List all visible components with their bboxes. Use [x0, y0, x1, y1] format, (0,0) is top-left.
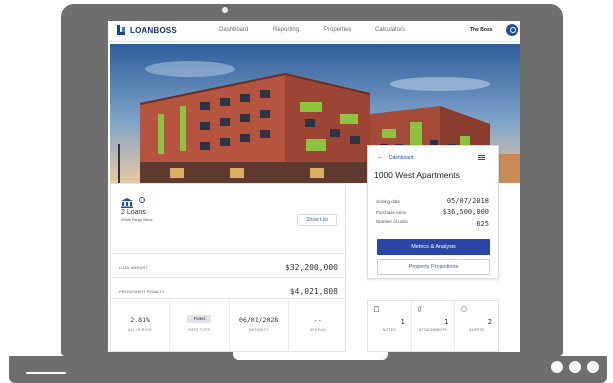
clock-icon	[461, 306, 468, 312]
nav-reporting[interactable]: Reporting	[273, 27, 299, 33]
app-screen: LOANBOSS Dashboard Reporting Properties …	[108, 21, 520, 352]
stat-label: NOTES	[382, 328, 396, 332]
laptop-notch	[233, 352, 388, 360]
row-value: $32,200,000	[285, 263, 338, 272]
stat-alerts[interactable]: 2 ALERTS	[455, 301, 498, 351]
top-nav: LOANBOSS Dashboard Reporting Properties …	[108, 21, 520, 42]
carousel-dot[interactable]	[551, 361, 563, 373]
stat-label: ALERTS	[469, 328, 485, 332]
carousel-dot[interactable]	[569, 361, 581, 373]
metric-value: --	[313, 316, 322, 324]
logo-text: LOANBOSS	[130, 25, 177, 35]
closing-date-label: closing date	[376, 199, 401, 204]
document-icon	[374, 306, 379, 312]
row-label: PREPAYMENT PENALTY	[119, 290, 165, 294]
metric-spread: -- SPREAD	[289, 299, 347, 352]
purchase-price-label: Purchase price	[376, 210, 407, 215]
stat-label: ATTACHMENTS	[419, 328, 447, 332]
bank-icon	[121, 198, 133, 208]
property-projections-button[interactable]: Property Projections	[377, 259, 490, 275]
webcam	[222, 7, 228, 13]
purchase-price-value: $36,500,000	[442, 208, 489, 216]
back-to-dashboard-link[interactable]: Dashboard	[389, 155, 413, 161]
closing-date-value: 05/07/2018	[446, 197, 489, 205]
attachment-icon	[417, 306, 421, 312]
metrics-analysis-button[interactable]: Metrics & Analysis	[377, 239, 490, 255]
stat-value: 1	[444, 318, 449, 326]
metric-label: RATE TYPE	[188, 328, 211, 332]
row-label: LOAN AMOUNT	[119, 266, 148, 270]
stat-value: 2	[487, 318, 493, 326]
property-title: 1000 West Apartments	[374, 170, 460, 180]
rate-type-badge: Fixed	[187, 315, 212, 323]
logo-icon	[117, 25, 127, 35]
property-card: ← Dashboard 1000 West Apartments closing…	[367, 145, 499, 279]
stat-notes[interactable]: 1 NOTES	[368, 301, 412, 351]
row-value: $4,021,808	[289, 287, 338, 296]
laptop-mockup: LOANBOSS Dashboard Reporting Properties …	[0, 0, 613, 383]
user-avatar-icon[interactable]	[506, 24, 518, 36]
metric-rate: 2.81% ALL IN RATE	[111, 299, 171, 352]
bank-name: Wells Fargo Bank	[121, 217, 153, 222]
units-value: 625	[476, 220, 489, 228]
carousel-dot[interactable]	[587, 361, 599, 373]
stat-value: 1	[400, 318, 405, 326]
stat-attachments[interactable]: 1 ATTACHMENTS	[412, 301, 456, 351]
units-label: Number of units	[376, 219, 408, 224]
show-list-button[interactable]: Show List	[297, 214, 337, 226]
nav-calculators[interactable]: Calculators	[375, 27, 405, 33]
loan-summary-card: 2 Loans Wells Fargo Bank Show List LOAN …	[110, 183, 347, 352]
user-name[interactable]: The Boss	[470, 27, 493, 33]
loans-count: 2 Loans	[121, 209, 146, 216]
metric-maturity: 06/01/2028 MATURITY	[230, 299, 289, 352]
metric-rate-type: Fixed RATE TYPE	[170, 299, 230, 352]
metric-label: ALL IN RATE	[128, 328, 153, 332]
carousel-dots	[551, 361, 599, 373]
loan-metrics: 2.81% ALL IN RATE Fixed RATE TYPE 06/01/…	[111, 298, 347, 352]
metric-label: MATURITY	[248, 328, 269, 332]
back-arrow-icon[interactable]: ←	[377, 154, 384, 161]
metric-value: 06/01/2028	[239, 316, 279, 324]
nav-properties[interactable]: Properties	[324, 27, 351, 33]
activity-stats: 1 NOTES 1 ATTACHMENTS 2 ALERTS	[367, 300, 499, 352]
laptop-base-line	[26, 372, 66, 374]
info-icon[interactable]	[139, 197, 145, 203]
nav-dashboard[interactable]: Dashboard	[219, 27, 248, 33]
menu-icon[interactable]	[478, 155, 485, 160]
metric-label: SPREAD	[309, 328, 326, 332]
metric-value: 2.81%	[130, 316, 150, 324]
logo[interactable]: LOANBOSS	[117, 25, 177, 35]
laptop-base	[9, 356, 607, 383]
